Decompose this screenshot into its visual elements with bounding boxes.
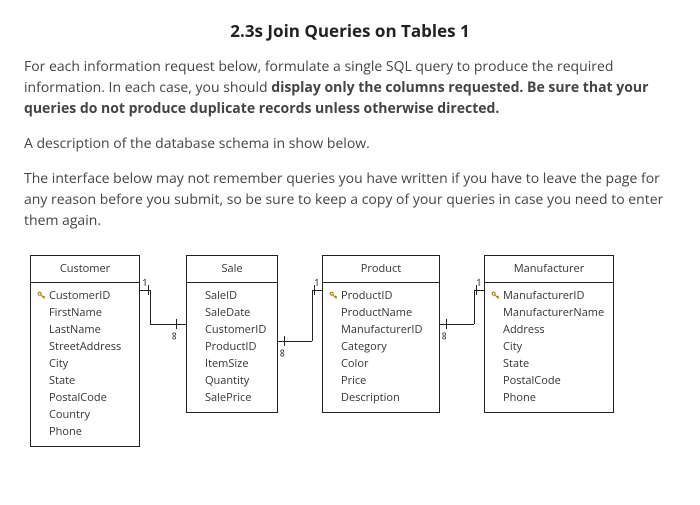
intro-paragraph-3: The interface below may not remember que… [24, 168, 676, 231]
page-title: 2.3s Join Queries on Tables 1 [24, 18, 676, 44]
entity-sale: Sale SaleIDSaleDateCustomerIDProductIDIt… [186, 255, 278, 414]
field-label: State [49, 372, 75, 389]
key-icon [491, 291, 500, 300]
field-label: CustomerID [49, 287, 110, 304]
entity-product-header: Product [323, 256, 439, 284]
entity-field: ManufacturerName [491, 304, 607, 321]
field-label: ManufacturerID [503, 287, 584, 304]
entity-customer-header: Customer [31, 256, 139, 284]
field-label: City [49, 355, 68, 372]
intro-paragraph-1: For each information request below, form… [24, 56, 676, 119]
entity-field: PostalCode [37, 389, 133, 406]
relation-customer-sale: 1 ∞ [140, 287, 186, 329]
field-label: City [503, 338, 522, 355]
field-label: Phone [503, 389, 536, 406]
entity-field: SaleID [193, 287, 271, 304]
entity-customer-body: CustomerIDFirstNameLastNameStreetAddress… [31, 283, 139, 446]
field-label: LastName [49, 321, 101, 338]
cardinality-one: 1 [476, 275, 482, 290]
key-icon [37, 291, 46, 300]
field-label: Price [341, 372, 366, 389]
entity-field: Color [329, 355, 433, 372]
field-label: ManufacturerName [503, 304, 604, 321]
cardinality-one: 1 [314, 275, 320, 290]
entity-manufacturer: Manufacturer ManufacturerIDManufacturerN… [484, 255, 614, 414]
entity-field: ProductID [193, 338, 271, 355]
erd-diagram: Customer CustomerIDFirstNameLastNameStre… [24, 255, 676, 485]
entity-field: ItemSize [193, 355, 271, 372]
key-icon [329, 291, 338, 300]
entity-field: LastName [37, 321, 133, 338]
entity-field: CustomerID [37, 287, 133, 304]
entity-field: State [491, 355, 607, 372]
cardinality-one: 1 [142, 275, 148, 290]
entity-field: City [491, 338, 607, 355]
field-label: Description [341, 389, 400, 406]
entity-field: City [37, 355, 133, 372]
field-label: FirstName [49, 304, 102, 321]
entity-field: ManufacturerID [491, 287, 607, 304]
field-label: ProductID [341, 287, 392, 304]
field-label: Color [341, 355, 368, 372]
entity-customer: Customer CustomerIDFirstNameLastNameStre… [30, 255, 140, 448]
field-label: PostalCode [49, 389, 107, 406]
field-label: SaleDate [205, 304, 250, 321]
entity-sale-header: Sale [187, 256, 277, 284]
entity-field: ManufacturerID [329, 321, 433, 338]
relation-product-manufacturer: 1 ∞ [440, 287, 484, 329]
entity-manufacturer-header: Manufacturer [485, 256, 613, 284]
entity-field: ProductName [329, 304, 433, 321]
relation-sale-product: 1 ∞ [278, 287, 322, 347]
field-label: CustomerID [205, 321, 266, 338]
entity-manufacturer-body: ManufacturerIDManufacturerNameAddressCit… [485, 283, 613, 412]
entity-field: PostalCode [491, 372, 607, 389]
intro-paragraph-2: A description of the database schema in … [24, 133, 676, 154]
entity-field: Price [329, 372, 433, 389]
entity-field: StreetAddress [37, 338, 133, 355]
entity-product: Product ProductIDProductNameManufacturer… [322, 255, 440, 414]
cardinality-many: ∞ [165, 331, 183, 339]
entity-sale-body: SaleIDSaleDateCustomerIDProductIDItemSiz… [187, 283, 277, 412]
entity-field: SalePrice [193, 389, 271, 406]
field-label: SaleID [205, 287, 237, 304]
entity-product-body: ProductIDProductNameManufacturerIDCatego… [323, 283, 439, 412]
entity-field: Phone [491, 389, 607, 406]
field-label: Quantity [205, 372, 249, 389]
entity-field: ProductID [329, 287, 433, 304]
entity-field: FirstName [37, 304, 133, 321]
field-label: PostalCode [503, 372, 561, 389]
entity-field: CustomerID [193, 321, 271, 338]
entity-field: Address [491, 321, 607, 338]
field-label: Address [503, 321, 545, 338]
field-label: Country [49, 406, 90, 423]
field-label: ItemSize [205, 355, 249, 372]
entity-field: Description [329, 389, 433, 406]
field-label: Phone [49, 423, 82, 440]
entity-field: Quantity [193, 372, 271, 389]
field-label: ProductID [205, 338, 256, 355]
entity-field: State [37, 372, 133, 389]
field-label: StreetAddress [49, 338, 121, 355]
field-label: State [503, 355, 529, 372]
field-label: SalePrice [205, 389, 251, 406]
entity-field: Country [37, 406, 133, 423]
field-label: ManufacturerID [341, 321, 422, 338]
entity-field: Phone [37, 423, 133, 440]
field-label: ProductName [341, 304, 412, 321]
entity-field: Category [329, 338, 433, 355]
field-label: Category [341, 338, 387, 355]
entity-field: SaleDate [193, 304, 271, 321]
